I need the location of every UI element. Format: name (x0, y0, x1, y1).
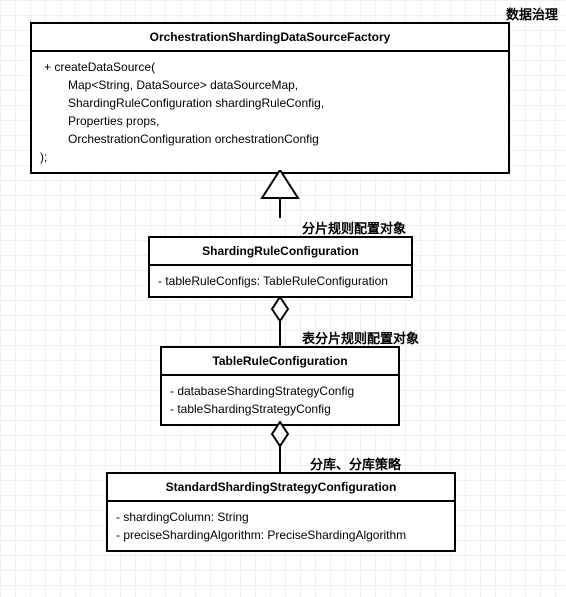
class-table-rule-config: TableRuleConfiguration - databaseShardin… (160, 346, 400, 426)
class-attribute: - preciseShardingAlgorithm: PreciseShard… (116, 526, 446, 544)
annotation-table-rule: 表分片规则配置对象 (302, 328, 419, 347)
class-standard-sharding-strategy: StandardShardingStrategyConfiguration - … (106, 472, 456, 552)
annotation-sharding-strategy: 分库、分库策略 (310, 454, 401, 473)
method-param: OrchestrationConfiguration orchestration… (40, 130, 500, 148)
class-body: - tableRuleConfigs: TableRuleConfigurati… (150, 266, 411, 296)
annotation-data-governance: 数据治理 (506, 4, 558, 23)
connector-line (279, 198, 281, 218)
method-param: Map<String, DataSource> dataSourceMap, (40, 76, 500, 94)
method-signature-close: ); (40, 148, 500, 166)
class-title: TableRuleConfiguration (162, 348, 398, 376)
class-orchestration-factory: OrchestrationShardingDataSourceFactory +… (30, 22, 510, 174)
class-attribute: - databaseShardingStrategyConfig (170, 382, 390, 400)
connector-line (279, 320, 281, 346)
class-sharding-rule-config: ShardingRuleConfiguration - tableRuleCon… (148, 236, 413, 298)
connector-line (279, 445, 281, 473)
class-body: - databaseShardingStrategyConfig - table… (162, 376, 398, 424)
method-param: Properties props, (40, 112, 500, 130)
method-param: ShardingRuleConfiguration shardingRuleCo… (40, 94, 500, 112)
class-attribute: - tableRuleConfigs: TableRuleConfigurati… (158, 272, 403, 290)
aggregation-diamond-icon (271, 421, 289, 447)
method-signature-open: + createDataSource( (40, 58, 500, 76)
class-attribute: - shardingColumn: String (116, 508, 446, 526)
class-attribute: - tableShardingStrategyConfig (170, 400, 390, 418)
class-title: ShardingRuleConfiguration (150, 238, 411, 266)
annotation-sharding-rule: 分片规则配置对象 (302, 218, 406, 237)
aggregation-diamond-icon (271, 296, 289, 322)
class-title: OrchestrationShardingDataSourceFactory (32, 24, 508, 52)
class-body: + createDataSource( Map<String, DataSour… (32, 52, 508, 172)
class-title: StandardShardingStrategyConfiguration (108, 474, 454, 502)
class-body: - shardingColumn: String - preciseShardi… (108, 502, 454, 550)
